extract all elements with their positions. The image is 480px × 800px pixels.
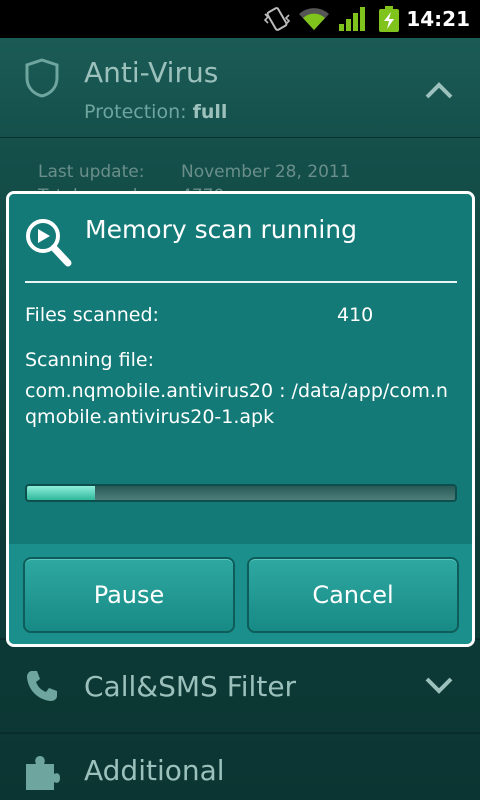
additional-section-header[interactable]: Additional xyxy=(0,734,480,800)
status-bar: 14:21 xyxy=(0,0,480,38)
battery-charging-icon xyxy=(379,6,399,32)
scan-progress-bar xyxy=(25,484,457,502)
cancel-button[interactable]: Cancel xyxy=(247,557,459,633)
scanning-file-path: com.nqmobile.antivirus20 : /data/app/com… xyxy=(25,380,448,428)
files-scanned-label: Files scanned: xyxy=(25,304,159,326)
shield-icon xyxy=(25,58,59,98)
scan-magnifier-icon xyxy=(26,219,72,267)
title-divider xyxy=(25,281,457,283)
puzzle-icon xyxy=(26,756,60,790)
wifi-icon xyxy=(299,8,329,31)
protection-label: Protection: xyxy=(84,101,187,123)
pause-button[interactable]: Pause xyxy=(23,557,235,633)
call-sms-section-header[interactable]: Call&SMS Filter xyxy=(0,640,480,732)
chevron-down-icon[interactable] xyxy=(424,676,454,696)
chevron-up-icon[interactable] xyxy=(424,80,454,100)
clock: 14:21 xyxy=(406,7,470,31)
dialog-content: Memory scan running Files scanned: 410 S… xyxy=(9,194,472,544)
antivirus-section-header[interactable]: Anti-Virus Protection: full xyxy=(0,38,480,138)
dialog-button-bar: Pause Cancel xyxy=(9,544,472,644)
last-update-value: November 28, 2011 xyxy=(181,162,351,182)
signal-icon xyxy=(339,7,365,31)
phone-icon xyxy=(27,671,57,701)
dialog-title: Memory scan running xyxy=(85,215,357,244)
last-update-label: Last update: xyxy=(38,162,145,182)
antivirus-title: Anti-Virus xyxy=(84,56,219,89)
scan-progress-fill xyxy=(27,486,96,500)
additional-title: Additional xyxy=(84,754,225,787)
memory-scan-dialog: Memory scan running Files scanned: 410 S… xyxy=(6,191,475,647)
protection-value: full xyxy=(192,101,228,123)
call-sms-title: Call&SMS Filter xyxy=(84,670,297,703)
last-update-row: Last update: November 28, 2011 xyxy=(38,160,351,184)
vibrate-icon xyxy=(263,7,291,31)
files-scanned-value: 410 xyxy=(337,304,374,326)
protection-status: Protection: full xyxy=(84,98,227,126)
scanning-file-label: Scanning file: xyxy=(25,349,154,371)
